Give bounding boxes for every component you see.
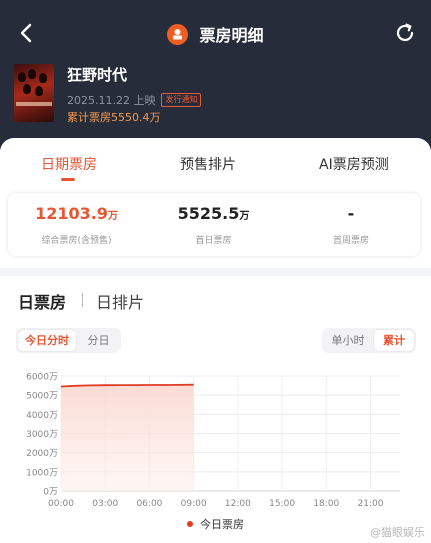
x-tick-label: 18:00 — [313, 499, 339, 509]
y-tick-label: 1000万 — [26, 468, 58, 478]
refresh-button[interactable] — [393, 21, 417, 45]
tab-ai-forecast[interactable]: AI票房预测 — [319, 154, 389, 174]
x-tick-label: 21:00 — [358, 499, 384, 509]
accumulation-toggle: 单小时 累计 — [322, 328, 416, 353]
release-info: 2025.11.22 上映 发行通知 — [67, 92, 202, 108]
stat-first-week-label: 首周票房 — [332, 236, 369, 246]
legend-dot — [187, 521, 193, 527]
stats-card: 12103.9万 综合票房(含预售) 5525.5万 首日票房 - 首周票房 — [8, 193, 420, 256]
top-tabs: 日期票房 预售排片 AI票房预测 — [0, 138, 431, 184]
time-granularity-toggle: 今日分时 分日 — [16, 328, 121, 353]
nav-bar: 票房明细 — [0, 14, 431, 52]
stat-first-week-value: - — [347, 204, 355, 223]
section-tab-daily-schedule[interactable]: 日排片 — [96, 289, 144, 313]
tab-daily-box-office[interactable]: 日期票房 — [41, 154, 97, 174]
stat-total: 12103.9万 综合票房(含预售) — [8, 203, 145, 246]
section-tab-separator — [82, 293, 83, 307]
series-area — [61, 384, 194, 491]
x-tick-label: 09:00 — [181, 499, 207, 509]
x-tick-label: 06:00 — [136, 499, 162, 509]
box-office-chart[interactable]: 0万 1000万 2000万 3000万 4000万 5000万 6000万 00:00 03:… — [0, 366, 431, 516]
stat-first-day: 5525.5万 首日票房 — [145, 203, 282, 246]
segment-by-day[interactable]: 分日 — [78, 330, 119, 351]
release-notice-badge[interactable]: 发行通知 — [161, 93, 202, 107]
y-tick-label: 4000万 — [26, 411, 58, 421]
y-tick-label: 3000万 — [26, 430, 58, 440]
y-tick-label: 5000万 — [26, 392, 58, 402]
section-tab-daily-box-office[interactable]: 日票房 — [18, 289, 66, 313]
x-tick-label: 12:00 — [225, 499, 251, 509]
page-title-group: 票房明细 — [0, 22, 431, 46]
main-panel: 日期票房 预售排片 AI票房预测 12103.9万 综合票房(含预售) 5525… — [0, 138, 431, 543]
tab-active-indicator — [61, 178, 75, 181]
tab-presale-schedule[interactable]: 预售排片 — [180, 154, 236, 174]
stat-total-value: 12103.9万 — [35, 204, 118, 223]
x-tick-label: 15:00 — [269, 499, 295, 509]
movie-title: 狂野时代 — [67, 66, 128, 84]
ticket-logo-icon — [167, 23, 189, 45]
legend-label: 今日票房 — [200, 518, 244, 531]
y-tick-label: 2000万 — [26, 449, 58, 459]
segment-single-hour[interactable]: 单小时 — [324, 330, 372, 351]
stat-total-label: 综合票房(含预售) — [41, 236, 112, 246]
movie-header: 票房明细 狂野时代 2025.11.22 上映 发行通知 累计票房5550.4万 — [0, 0, 431, 150]
x-tick-label: 00:00 — [48, 499, 74, 509]
section-divider — [0, 268, 431, 276]
stat-first-day-value: 5525.5万 — [177, 204, 250, 223]
watermark: @猫眼娱乐 — [370, 526, 425, 539]
segment-today-hourly[interactable]: 今日分时 — [18, 330, 76, 351]
x-tick-label: 03:00 — [92, 499, 118, 509]
chart-legend: 今日票房 — [0, 516, 431, 532]
page-title: 票房明细 — [199, 26, 264, 45]
y-tick-label: 6000万 — [26, 373, 58, 383]
cumulative-box-office: 累计票房5550.4万 — [67, 111, 161, 124]
stat-first-week: - 首周票房 — [282, 203, 420, 246]
refresh-icon — [396, 23, 414, 42]
y-tick-label: 0万 — [43, 488, 58, 498]
release-date: 2025.11.22 上映 — [67, 94, 156, 107]
stat-first-day-label: 首日票房 — [195, 236, 232, 246]
movie-poster[interactable] — [14, 64, 54, 122]
segment-cumulative[interactable]: 累计 — [374, 330, 414, 351]
